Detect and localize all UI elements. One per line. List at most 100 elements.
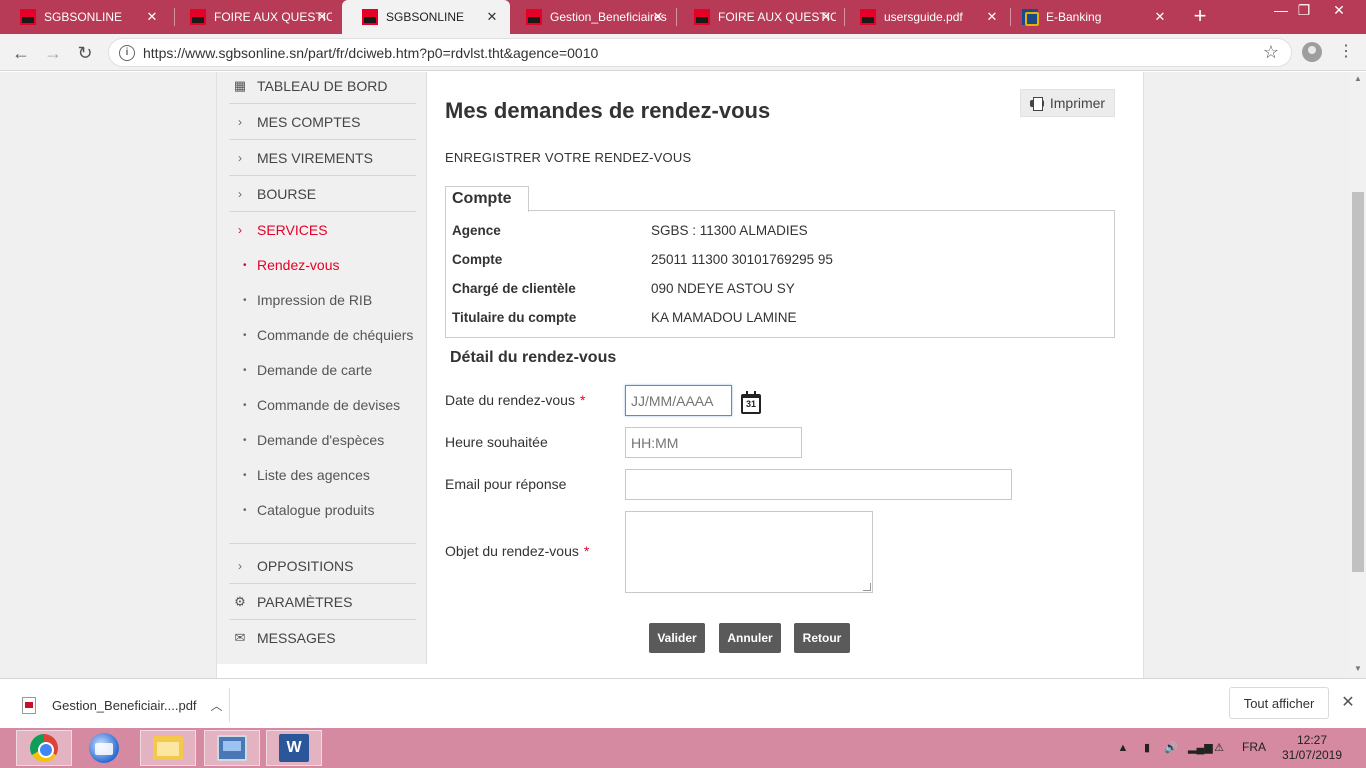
restore-window-icon[interactable]: ❐ bbox=[1287, 0, 1321, 34]
close-tab-icon[interactable]: ✕ bbox=[144, 9, 160, 25]
taskbar-thunderbird[interactable] bbox=[76, 730, 132, 766]
page-container: ▦ TABLEAU DE BORD › MES COMPTES › MES VI… bbox=[216, 72, 1144, 678]
print-button[interactable]: Imprimer bbox=[1020, 89, 1115, 117]
close-window-icon[interactable]: ✕ bbox=[1322, 0, 1356, 34]
forward-arrow-icon[interactable]: → bbox=[40, 40, 66, 66]
browser-tab[interactable]: E-Banking ✕ bbox=[1002, 0, 1178, 34]
sidebar-item-parametres[interactable]: ⚙ PARAMÈTRES bbox=[229, 584, 416, 620]
time-label: Heure souhaitée bbox=[445, 434, 548, 450]
scroll-down-icon[interactable]: ▼ bbox=[1350, 662, 1366, 676]
system-clock[interactable]: 12:27 31/07/2019 bbox=[1280, 733, 1344, 763]
sidebar-item-label: SERVICES bbox=[257, 222, 328, 238]
address-bar[interactable]: i https://www.sgbsonline.sn/part/fr/dciw… bbox=[108, 38, 1292, 67]
browser-toolbar: ← → ↻ i https://www.sgbsonline.sn/part/f… bbox=[0, 34, 1366, 71]
browser-tab[interactable]: usersguide.pdf ✕ bbox=[840, 0, 1010, 34]
folder-icon bbox=[153, 736, 183, 760]
sidebar-subitem-impression-rib[interactable]: • Impression de RIB bbox=[243, 288, 372, 312]
page-title: Mes demandes de rendez-vous bbox=[445, 98, 771, 123]
sidebar-subitem-demande-carte[interactable]: • Demande de carte bbox=[243, 358, 372, 382]
battery-icon[interactable]: ▮ bbox=[1140, 741, 1154, 755]
section-subtitle: ENREGISTRER VOTRE RENDEZ-VOUS bbox=[445, 150, 692, 165]
clock-time: 12:27 bbox=[1296, 733, 1328, 747]
profile-avatar-icon[interactable] bbox=[1302, 42, 1322, 62]
date-input[interactable] bbox=[625, 385, 732, 416]
object-textarea[interactable] bbox=[625, 511, 873, 593]
sidebar-item-bourse[interactable]: › BOURSE bbox=[229, 176, 416, 212]
taskbar-network-app[interactable] bbox=[204, 730, 260, 766]
close-tab-icon[interactable]: ✕ bbox=[650, 9, 666, 25]
scroll-up-icon[interactable]: ▲ bbox=[1350, 72, 1366, 86]
gear-icon: ⚙ bbox=[234, 593, 246, 609]
sidebar-item-oppositions[interactable]: › OPPOSITIONS bbox=[229, 548, 416, 584]
info-key: Compte bbox=[452, 251, 503, 267]
clock-date: 31/07/2019 bbox=[1281, 748, 1343, 762]
bookmark-star-icon[interactable]: ☆ bbox=[1263, 42, 1279, 63]
sidebar: ▦ TABLEAU DE BORD › MES COMPTES › MES VI… bbox=[217, 72, 427, 664]
browser-menu-icon[interactable]: ⋮ bbox=[1336, 42, 1356, 62]
new-tab-button[interactable]: + bbox=[1188, 5, 1212, 29]
sidebar-item-label: OPPOSITIONS bbox=[257, 557, 354, 574]
url-text[interactable]: https://www.sgbsonline.sn/part/fr/dciweb… bbox=[143, 45, 598, 61]
calendar-icon[interactable]: 31 bbox=[741, 391, 761, 414]
windows-taskbar: W ▲ ▮ 🔊 ▂▄▆ ⚠ FRA 12:27 31/07/2019 bbox=[0, 728, 1366, 768]
signal-icon[interactable]: ▂▄▆ bbox=[1188, 741, 1213, 755]
sidebar-item-services[interactable]: › SERVICES bbox=[229, 212, 416, 248]
sidebar-subitem-label: Impression de RIB bbox=[257, 292, 373, 308]
sidebar-subitem-demande-especes[interactable]: • Demande d'espèces bbox=[243, 428, 384, 452]
info-row-titulaire: Titulaire du compte KA MAMADOU LAMINE bbox=[452, 307, 797, 327]
close-tab-icon[interactable]: ✕ bbox=[314, 9, 330, 25]
chevron-up-icon[interactable]: ︿ bbox=[211, 697, 223, 714]
close-shelf-icon[interactable]: ✕ bbox=[1338, 693, 1358, 713]
sidebar-item-label: MESSAGES bbox=[257, 630, 336, 646]
sidebar-subitem-liste-agences[interactable]: • Liste des agences bbox=[243, 463, 370, 487]
tab-title: E-Banking bbox=[1046, 10, 1102, 24]
reload-icon[interactable]: ↻ bbox=[72, 40, 98, 66]
chrome-icon bbox=[30, 734, 58, 762]
close-tab-icon[interactable]: ✕ bbox=[1152, 9, 1168, 25]
info-key: Agence bbox=[452, 222, 501, 238]
sidebar-item-messages[interactable]: ✉ MESSAGES bbox=[229, 620, 416, 656]
sidebar-subitem-commande-chequiers[interactable]: • Commande de chéquiers bbox=[243, 323, 413, 347]
sidebar-subitem-catalogue-produits[interactable]: • Catalogue produits bbox=[243, 498, 375, 522]
validate-button[interactable]: Valider bbox=[649, 623, 705, 653]
bullet-icon: • bbox=[243, 469, 247, 481]
close-tab-icon[interactable]: ✕ bbox=[484, 9, 500, 25]
page-viewport: ▦ TABLEAU DE BORD › MES COMPTES › MES VI… bbox=[0, 72, 1350, 678]
browser-tab[interactable]: Gestion_Beneficiaires ✕ bbox=[506, 0, 676, 34]
page-scrollbar[interactable]: ▲ ▼ bbox=[1350, 72, 1366, 678]
bullet-icon: • bbox=[243, 294, 247, 306]
cancel-button[interactable]: Annuler bbox=[719, 623, 781, 653]
sidebar-item-tableau-de-bord[interactable]: ▦ TABLEAU DE BORD bbox=[229, 72, 416, 104]
close-tab-icon[interactable]: ✕ bbox=[984, 9, 1000, 25]
browser-tab-active[interactable]: SGBSONLINE ✕ bbox=[342, 0, 510, 34]
back-arrow-icon[interactable]: ← bbox=[8, 40, 34, 66]
time-input[interactable] bbox=[625, 427, 802, 458]
sidebar-item-mes-virements[interactable]: › MES VIREMENTS bbox=[229, 140, 416, 176]
word-icon: W bbox=[279, 734, 309, 762]
sidebar-subitem-rendez-vous[interactable]: • Rendez-vous bbox=[243, 253, 340, 277]
sidebar-subitem-commande-devises[interactable]: • Commande de devises bbox=[243, 393, 400, 417]
sidebar-divider bbox=[229, 543, 416, 544]
download-item[interactable]: Gestion_Beneficiair....pdf ︿ bbox=[18, 688, 230, 722]
show-all-downloads-button[interactable]: Tout afficher bbox=[1229, 687, 1329, 719]
browser-tab[interactable]: SGBSONLINE ✕ bbox=[0, 0, 170, 34]
taskbar-chrome[interactable] bbox=[16, 730, 72, 766]
browser-tab[interactable]: FOIRE AUX QUESTIONS ✕ bbox=[674, 0, 844, 34]
envelope-icon: ✉ bbox=[234, 630, 246, 645]
volume-icon[interactable]: 🔊 bbox=[1164, 741, 1178, 755]
taskbar-word[interactable]: W bbox=[266, 730, 322, 766]
language-indicator[interactable]: FRA bbox=[1242, 740, 1266, 754]
site-info-icon[interactable]: i bbox=[119, 45, 135, 61]
email-input[interactable] bbox=[625, 469, 1012, 500]
sidebar-item-mes-comptes[interactable]: › MES COMPTES bbox=[229, 104, 416, 140]
tray-expand-icon[interactable]: ▲ bbox=[1116, 741, 1130, 755]
network-status-icon[interactable]: ⚠ bbox=[1212, 741, 1226, 755]
scrollbar-thumb[interactable] bbox=[1352, 192, 1364, 572]
ebanking-favicon-icon bbox=[1022, 9, 1039, 26]
chevron-right-icon: › bbox=[238, 558, 242, 573]
close-tab-icon[interactable]: ✕ bbox=[818, 9, 834, 25]
browser-tab[interactable]: FOIRE AUX QUESTIONS ✕ bbox=[170, 0, 340, 34]
back-button[interactable]: Retour bbox=[794, 623, 850, 653]
taskbar-explorer[interactable] bbox=[140, 730, 196, 766]
download-shelf: Gestion_Beneficiair....pdf ︿ Tout affich… bbox=[0, 678, 1366, 728]
